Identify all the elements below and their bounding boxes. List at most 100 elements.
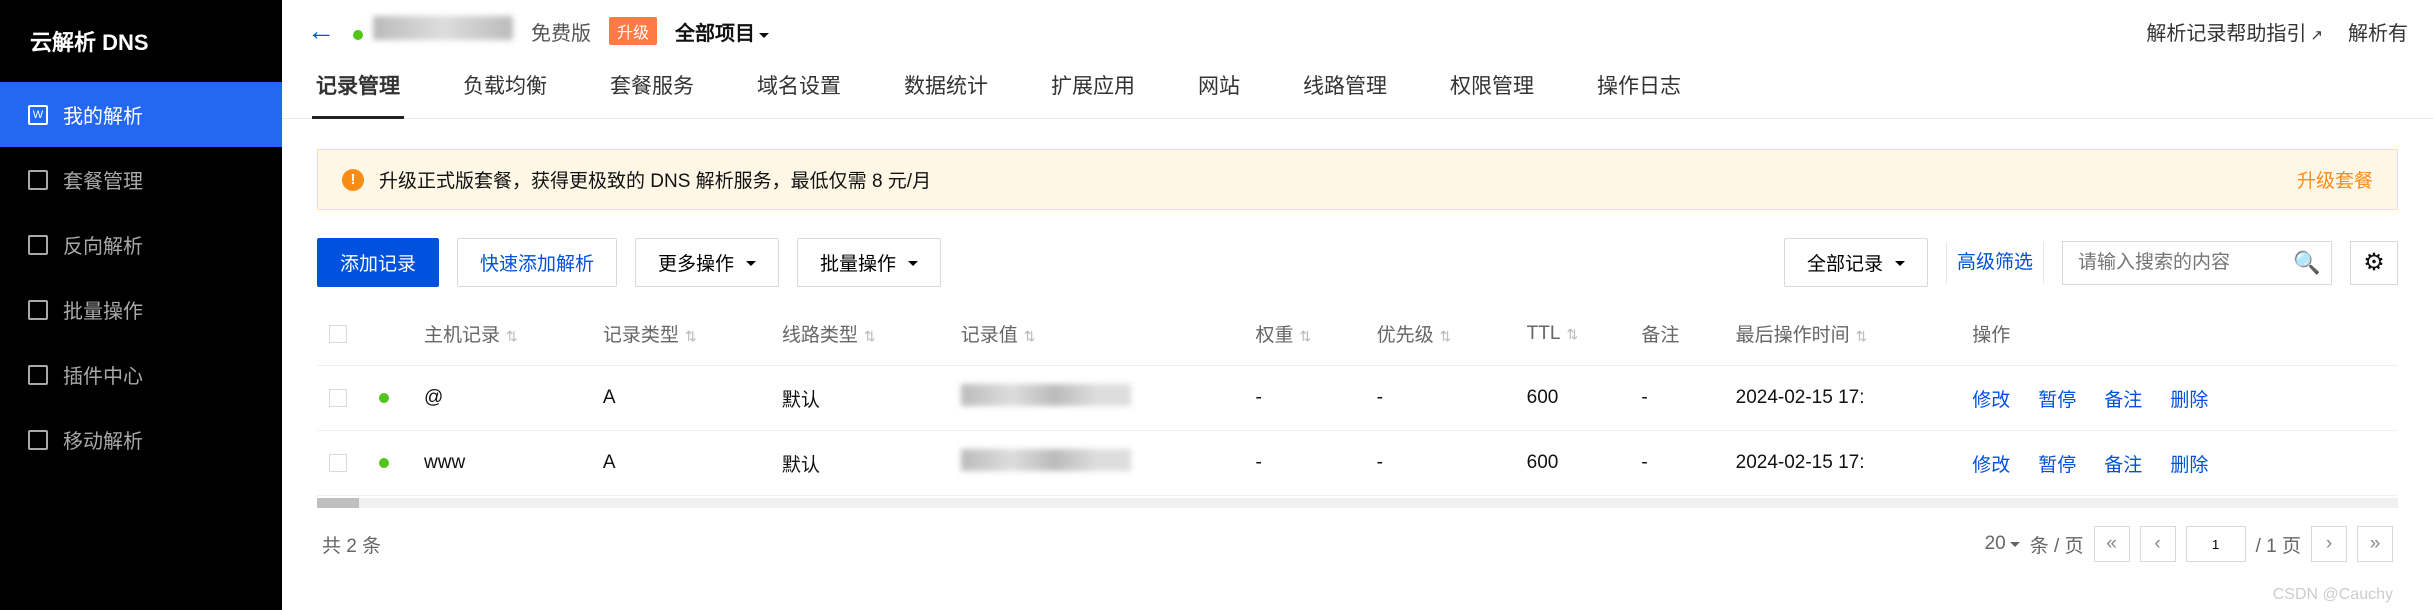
cell-ttl: 600 bbox=[1515, 366, 1630, 431]
edit-link[interactable]: 修改 bbox=[1972, 390, 2010, 411]
quick-add-button[interactable]: 快速添加解析 bbox=[457, 238, 617, 287]
reverse-icon bbox=[28, 235, 48, 255]
topbar-right: 解析记录帮助指引 解析有 bbox=[2146, 17, 2408, 46]
sidebar-item-label: 移动解析 bbox=[63, 425, 143, 454]
col-host[interactable]: 主机记录 bbox=[412, 302, 591, 366]
pagination: 20 条 / 页 « ‹ / 1 页 › » bbox=[1985, 526, 2393, 562]
product-title: 云解析 DNS bbox=[0, 0, 282, 82]
doc-icon bbox=[28, 105, 48, 125]
cell-mtime: 2024-02-15 17: bbox=[1724, 366, 1961, 431]
col-value[interactable]: 记录值 bbox=[949, 302, 1244, 366]
main: ← 免费版 升级 全部项目 解析记录帮助指引 解析有 记录管理 负载均衡 套餐服… bbox=[282, 0, 2433, 610]
back-button[interactable]: ← bbox=[307, 15, 335, 47]
remark-link[interactable]: 备注 bbox=[2104, 390, 2142, 411]
search-input[interactable] bbox=[2063, 252, 2283, 274]
cell-ttl: 600 bbox=[1515, 431, 1630, 496]
remark-link[interactable]: 备注 bbox=[2104, 455, 2142, 476]
select-all-checkbox[interactable] bbox=[329, 325, 347, 343]
edit-link[interactable]: 修改 bbox=[1972, 455, 2010, 476]
ip-redacted bbox=[961, 384, 1131, 406]
domain-status bbox=[353, 16, 513, 46]
horizontal-scrollbar[interactable] bbox=[317, 498, 2398, 508]
upgrade-alert: ! 升级正式版套餐，获得更极致的 DNS 解析服务，最低仅需 8 元/月 升级套… bbox=[317, 149, 2398, 210]
sidebar-item-reverse[interactable]: 反向解析 bbox=[0, 212, 282, 277]
table-row: @ A 默认 - - 600 - 2024-02-15 17: 修改暂停备注删除 bbox=[317, 366, 2398, 431]
cell-priority: - bbox=[1365, 431, 1515, 496]
sidebar-item-package[interactable]: 套餐管理 bbox=[0, 147, 282, 212]
tab-perm[interactable]: 权限管理 bbox=[1446, 62, 1538, 118]
tab-site[interactable]: 网站 bbox=[1194, 62, 1244, 118]
help-link-2[interactable]: 解析有 bbox=[2348, 17, 2408, 46]
status-dot-icon bbox=[379, 393, 389, 403]
more-actions-button[interactable]: 更多操作 bbox=[635, 238, 779, 287]
cell-priority: - bbox=[1365, 366, 1515, 431]
col-priority[interactable]: 优先级 bbox=[1365, 302, 1515, 366]
batch-icon bbox=[28, 300, 48, 320]
content: ! 升级正式版套餐，获得更极致的 DNS 解析服务，最低仅需 8 元/月 升级套… bbox=[282, 119, 2433, 590]
project-selector[interactable]: 全部项目 bbox=[675, 17, 769, 46]
delete-link[interactable]: 删除 bbox=[2170, 455, 2208, 476]
advanced-filter[interactable]: 高级筛选 bbox=[1946, 242, 2044, 284]
cell-value bbox=[949, 366, 1244, 431]
pause-link[interactable]: 暂停 bbox=[2038, 390, 2076, 411]
scrollbar-thumb[interactable] bbox=[317, 498, 359, 508]
tab-lb[interactable]: 负载均衡 bbox=[459, 62, 551, 118]
upgrade-tag[interactable]: 升级 bbox=[609, 17, 657, 45]
first-page-button[interactable]: « bbox=[2094, 526, 2130, 562]
tab-line[interactable]: 线路管理 bbox=[1299, 62, 1391, 118]
col-mtime[interactable]: 最后操作时间 bbox=[1724, 302, 1961, 366]
col-ttl[interactable]: TTL bbox=[1515, 302, 1630, 366]
search-icon[interactable]: 🔍 bbox=[2283, 250, 2331, 276]
row-checkbox[interactable] bbox=[329, 389, 347, 407]
tab-stats[interactable]: 数据统计 bbox=[900, 62, 992, 118]
page-total: / 1 页 bbox=[2256, 531, 2301, 558]
row-checkbox[interactable] bbox=[329, 454, 347, 472]
help-link[interactable]: 解析记录帮助指引 bbox=[2146, 17, 2323, 46]
tab-ext[interactable]: 扩展应用 bbox=[1047, 62, 1139, 118]
cell-ops: 修改 暂停 备注 删除 bbox=[1960, 366, 2398, 431]
sidebar-item-my-resolve[interactable]: 我的解析 bbox=[0, 82, 282, 147]
tab-records[interactable]: 记录管理 bbox=[312, 62, 404, 119]
delete-link[interactable]: 删除 bbox=[2170, 390, 2208, 411]
page-number-input[interactable] bbox=[2186, 526, 2246, 562]
sidebar-item-label: 插件中心 bbox=[63, 360, 143, 389]
col-line[interactable]: 线路类型 bbox=[770, 302, 949, 366]
col-weight[interactable]: 权重 bbox=[1243, 302, 1364, 366]
tab-plan[interactable]: 套餐服务 bbox=[606, 62, 698, 118]
tabs: 记录管理 负载均衡 套餐服务 域名设置 数据统计 扩展应用 网站 线路管理 权限… bbox=[282, 47, 2433, 119]
mobile-icon bbox=[28, 430, 48, 450]
batch-actions-button[interactable]: 批量操作 bbox=[797, 238, 941, 287]
last-page-button[interactable]: » bbox=[2357, 526, 2393, 562]
topbar: ← 免费版 升级 全部项目 解析记录帮助指引 解析有 bbox=[282, 0, 2433, 47]
prev-page-button[interactable]: ‹ bbox=[2140, 526, 2176, 562]
page-size-select[interactable]: 20 bbox=[1985, 533, 2020, 555]
table-row: www A 默认 - - 600 - 2024-02-15 17: 修改暂停备注… bbox=[317, 431, 2398, 496]
cell-ops: 修改 暂停 备注 删除 bbox=[1960, 431, 2398, 496]
pause-link[interactable]: 暂停 bbox=[2038, 455, 2076, 476]
edition-label: 免费版 bbox=[531, 17, 591, 46]
cell-mtime: 2024-02-15 17: bbox=[1724, 431, 1961, 496]
sidebar-item-plugins[interactable]: 插件中心 bbox=[0, 342, 282, 407]
tab-log[interactable]: 操作日志 bbox=[1593, 62, 1685, 118]
sidebar-item-label: 我的解析 bbox=[63, 100, 143, 129]
add-record-button[interactable]: 添加记录 bbox=[317, 238, 439, 287]
record-filter-select[interactable]: 全部记录 bbox=[1784, 238, 1928, 287]
next-page-button[interactable]: › bbox=[2311, 526, 2347, 562]
alert-action[interactable]: 升级套餐 bbox=[2297, 166, 2373, 193]
plugin-icon bbox=[28, 365, 48, 385]
col-type[interactable]: 记录类型 bbox=[591, 302, 770, 366]
col-remark: 备注 bbox=[1629, 302, 1723, 366]
sidebar-item-batch[interactable]: 批量操作 bbox=[0, 277, 282, 342]
sidebar-item-mobile[interactable]: 移动解析 bbox=[0, 407, 282, 472]
cell-remark: - bbox=[1629, 431, 1723, 496]
records-table: 主机记录 记录类型 线路类型 记录值 权重 优先级 TTL 备注 最后操作时间 … bbox=[317, 302, 2398, 496]
cell-weight: - bbox=[1243, 366, 1364, 431]
cell-remark: - bbox=[1629, 366, 1723, 431]
tab-domain-settings[interactable]: 域名设置 bbox=[753, 62, 845, 118]
settings-icon[interactable]: ⚙ bbox=[2350, 241, 2398, 285]
toolbar: 添加记录 快速添加解析 更多操作 批量操作 全部记录 高级筛选 🔍 ⚙ bbox=[317, 238, 2398, 287]
ip-redacted bbox=[961, 449, 1131, 471]
cell-line: 默认 bbox=[770, 366, 949, 431]
total-count: 共 2 条 bbox=[322, 531, 381, 558]
cell-host: www bbox=[412, 431, 591, 496]
